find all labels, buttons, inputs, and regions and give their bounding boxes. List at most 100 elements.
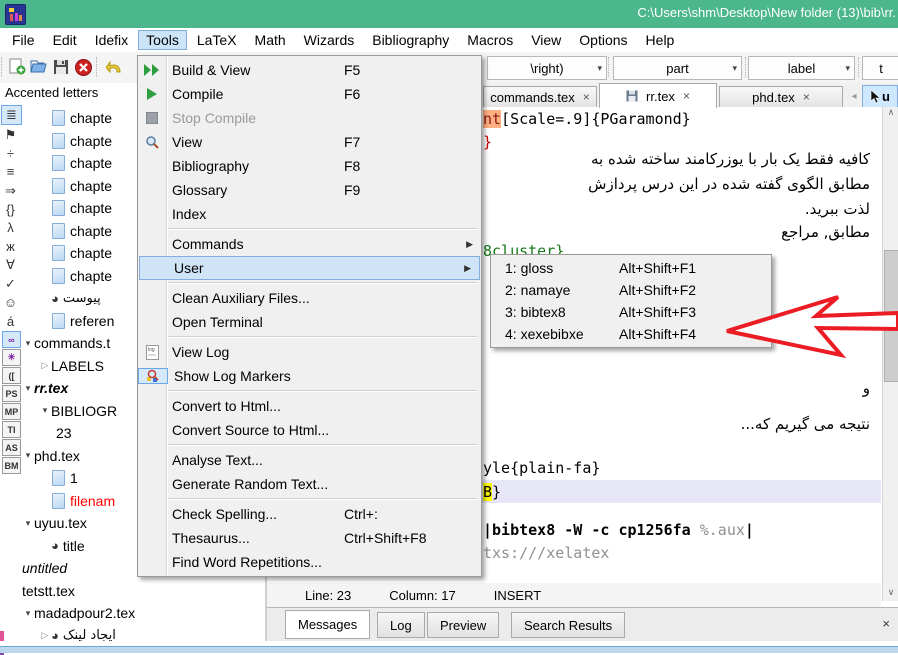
tab-scroll-left-icon[interactable]: ◂ [847, 87, 861, 105]
tab-rr-tex[interactable]: rr.tex× [599, 83, 717, 108]
expand-icon[interactable]: ▷ [39, 360, 51, 371]
menubar-item-math[interactable]: Math [247, 30, 294, 50]
expand-icon[interactable]: ▷ [39, 630, 51, 641]
tab-commands-tex[interactable]: commands.tex× [483, 86, 597, 107]
menubar-item-options[interactable]: Options [571, 30, 635, 50]
menubar-item-view[interactable]: View [523, 30, 569, 50]
menubar-item-bibliography[interactable]: Bibliography [364, 30, 457, 50]
collapse-icon[interactable]: ▾ [22, 518, 34, 529]
tools-menu-item-user[interactable]: User▶ [139, 256, 480, 280]
collapse-icon[interactable]: ▾ [22, 608, 34, 619]
menubar-item-tools[interactable]: Tools [138, 30, 187, 50]
submenu-item-label: 2: namaye [505, 282, 570, 298]
tools-menu-item-commands[interactable]: Commands▶ [138, 232, 481, 256]
ti-icon[interactable]: TI [2, 421, 21, 438]
scrollbar-up-icon[interactable]: ∧ [883, 107, 898, 121]
menubar-item-wizards[interactable]: Wizards [296, 30, 363, 50]
close-file-icon[interactable] [72, 56, 94, 78]
menubar-item-edit[interactable]: Edit [45, 30, 85, 50]
bm-icon[interactable]: BM [2, 457, 21, 474]
menubar-item-file[interactable]: File [4, 30, 43, 50]
tab-close-icon[interactable]: × [803, 90, 810, 104]
tools-menu-item-find-word-repetitions[interactable]: Find Word Repetitions... [138, 550, 481, 574]
tools-menu-item-compile[interactable]: CompileF6 [138, 82, 481, 106]
tools-menu-item-view[interactable]: ViewF7 [138, 130, 481, 154]
tools-menu-item-view-log[interactable]: logView Log [138, 340, 481, 364]
tree-item-label: 23 [56, 425, 72, 441]
check-icon[interactable]: ✓ [1, 275, 20, 293]
tools-menu-item-convert-to-html[interactable]: Convert to Html... [138, 394, 481, 418]
forall-icon[interactable]: ∀ [1, 257, 20, 275]
file-icon [52, 268, 65, 284]
code-segment: [Scale=.9]{PGaramond} [501, 110, 691, 128]
menubar-item-help[interactable]: Help [638, 30, 683, 50]
new-file-icon[interactable] [6, 56, 28, 78]
ps-icon[interactable]: PS [2, 385, 21, 402]
equiv-icon[interactable]: ≡ [1, 163, 20, 181]
tools-menu-item-build-view[interactable]: Build & ViewF5 [138, 58, 481, 82]
tools-menu-item-bibliography[interactable]: BibliographyF8 [138, 154, 481, 178]
tab-close-icon[interactable]: × [583, 90, 590, 104]
bottom-panel-close-icon[interactable]: × [882, 616, 890, 631]
collapse-icon[interactable]: ▾ [22, 383, 34, 394]
tools-menu-item-check-spelling[interactable]: Check Spelling...Ctrl+: [138, 502, 481, 526]
bookmark-icon[interactable]: ⚑ [1, 126, 20, 144]
tree-item-label: referen [70, 313, 114, 329]
scrollbar-down-icon[interactable]: ∨ [883, 587, 898, 601]
accent-icon[interactable]: á [1, 313, 20, 331]
toolbar-combobox-0[interactable]: \right)▾ [487, 56, 607, 80]
infinity-icon[interactable]: ∞ [2, 331, 21, 348]
tools-menu-item-glossary[interactable]: GlossaryF9 [138, 178, 481, 202]
tools-menu-item-clean-auxiliary-files[interactable]: Clean Auxiliary Files... [138, 286, 481, 310]
bottom-tab-search-results[interactable]: Search Results [511, 612, 625, 638]
arrow-icon[interactable]: ⇒ [1, 182, 20, 200]
smiley-icon[interactable]: ☺ [1, 294, 20, 312]
divide-icon[interactable]: ÷ [1, 144, 20, 162]
undo-icon[interactable] [104, 56, 126, 78]
tab-phd-tex[interactable]: phd.tex× [719, 86, 843, 107]
structure-icon[interactable]: ≣ [1, 105, 22, 125]
tree-item-tetstt-tex[interactable]: tetstt.tex [22, 580, 265, 603]
tab-scroll-right-button[interactable]: u [862, 85, 898, 108]
menu-item-label: User [174, 260, 204, 276]
cyrillic-icon[interactable]: ж [1, 238, 20, 256]
compile-icon [138, 88, 166, 100]
toolbar-combobox-3[interactable]: t [862, 56, 898, 80]
collapse-icon[interactable]: ▾ [39, 405, 51, 416]
tree-item-label: LABELS [51, 358, 104, 374]
menubar-item-macros[interactable]: Macros [459, 30, 521, 50]
tools-menu-item-analyse-text[interactable]: Analyse Text... [138, 448, 481, 472]
lambda-icon[interactable]: λ [1, 219, 20, 237]
toolbar-combobox-2[interactable]: label▾ [748, 56, 855, 80]
tools-menu-item-stop-compile[interactable]: Stop Compile [138, 106, 481, 130]
tools-menu-item-open-terminal[interactable]: Open Terminal [138, 310, 481, 334]
as-icon[interactable]: AS [2, 439, 21, 456]
tools-menu-item-show-log-markers[interactable]: Show Log Markers [138, 364, 481, 388]
bottom-tab-log[interactable]: Log [377, 612, 425, 638]
brackets-icon[interactable]: ([ [2, 367, 21, 384]
tree-item-madadpour2-tex[interactable]: ▾madadpour2.tex [22, 602, 265, 625]
asterisk-icon[interactable]: ✳ [2, 349, 21, 366]
status-mode: INSERT [494, 588, 541, 603]
tab-close-icon[interactable]: × [683, 89, 690, 103]
log-markers-icon [138, 368, 168, 384]
tools-menu-item-generate-random-text[interactable]: Generate Random Text... [138, 472, 481, 496]
toolbar-combobox-1[interactable]: part▾ [613, 56, 742, 80]
collapse-icon[interactable]: ▾ [22, 338, 34, 349]
tools-menu-item-index[interactable]: Index [138, 202, 481, 226]
tools-menu-item-thesaurus[interactable]: Thesaurus...Ctrl+Shift+F8 [138, 526, 481, 550]
mp-icon[interactable]: MP [2, 403, 21, 420]
open-file-icon[interactable] [28, 56, 50, 78]
app-icon [5, 4, 26, 25]
status-line: Line: 23 [305, 588, 351, 603]
save-file-icon[interactable] [50, 56, 72, 78]
tools-menu-item-convert-source-to-html[interactable]: Convert Source to Html... [138, 418, 481, 442]
menubar-item-idefix[interactable]: Idefix [87, 30, 136, 50]
toolbar-separator [96, 57, 98, 77]
collapse-icon[interactable]: ▾ [22, 450, 34, 461]
stop-icon [138, 112, 166, 124]
menubar-item-latex[interactable]: LaTeX [189, 30, 245, 50]
bottom-tab-messages[interactable]: Messages [285, 610, 370, 639]
bottom-tab-preview[interactable]: Preview [427, 612, 499, 638]
braces-icon[interactable]: {} [1, 200, 20, 218]
